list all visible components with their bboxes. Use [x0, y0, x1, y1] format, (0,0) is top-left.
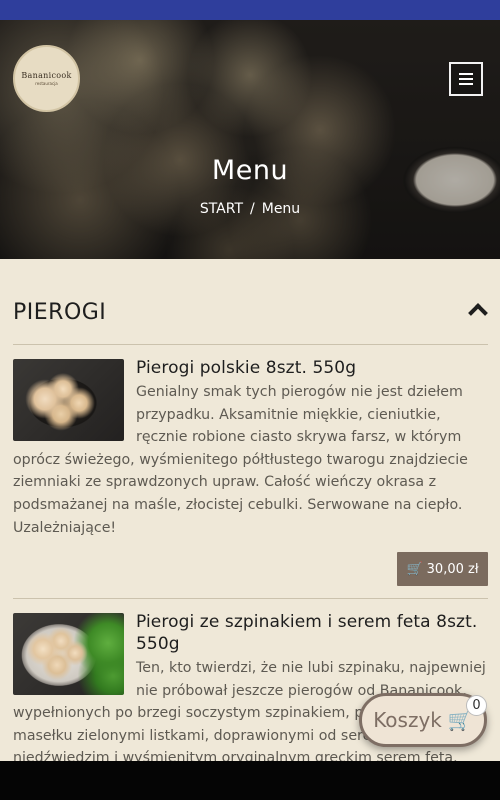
- shopping-cart-icon: 🛒: [406, 561, 423, 577]
- menu-item: Pierogi polskie 8szt. 550g Genialny smak…: [13, 357, 488, 539]
- breadcrumb-separator: /: [250, 201, 255, 217]
- hamburger-menu-button[interactable]: [449, 62, 483, 96]
- cart-label: Koszyk: [373, 708, 442, 732]
- hero-banner: Bananicook restauracja Menu START / Menu: [0, 20, 500, 259]
- add-to-cart-button[interactable]: 🛒 30,00 zł: [397, 552, 488, 586]
- item-photo[interactable]: [13, 359, 124, 441]
- bars-icon: [459, 73, 473, 75]
- logo-text: Bananicook: [21, 71, 72, 80]
- breadcrumb-current: Menu: [261, 201, 301, 217]
- breadcrumb: START / Menu: [0, 201, 500, 217]
- bottom-bar: [0, 761, 500, 800]
- divider: [13, 598, 488, 599]
- logo-subtext: restauracja: [35, 81, 58, 86]
- page-title: Menu: [211, 155, 289, 186]
- item-photo[interactable]: [13, 613, 124, 695]
- top-accent-bar: [0, 0, 500, 20]
- category-title: PIEROGI: [13, 300, 107, 325]
- logo[interactable]: Bananicook restauracja: [13, 45, 80, 112]
- cart-count-badge: 0: [466, 695, 487, 716]
- category-header[interactable]: PIEROGI: [13, 300, 488, 330]
- breadcrumb-start-link[interactable]: START: [200, 201, 243, 217]
- divider: [13, 344, 488, 345]
- item-price: 30,00 zł: [426, 561, 479, 577]
